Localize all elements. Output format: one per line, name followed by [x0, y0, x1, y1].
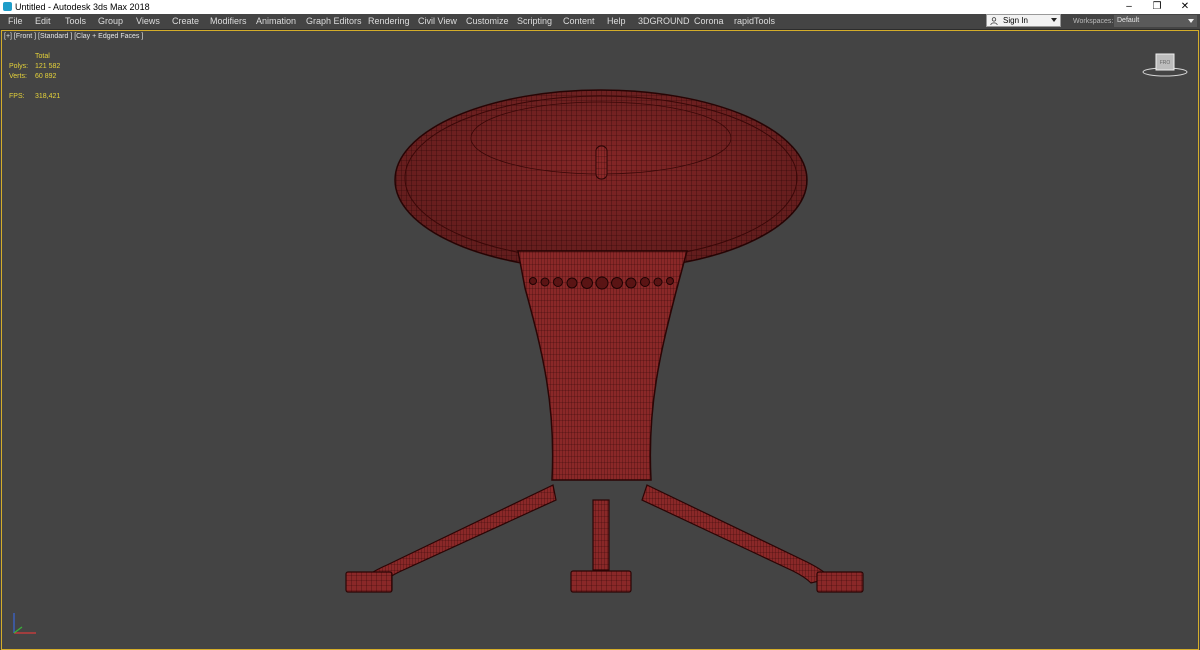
- title-bar: Untitled - Autodesk 3ds Max 2018 – ❐ ✕: [0, 0, 1200, 14]
- window-title: Untitled - Autodesk 3ds Max 2018: [15, 2, 150, 12]
- axis-tripod-icon: [13, 613, 36, 634]
- menu-corona[interactable]: Corona: [694, 14, 724, 29]
- sign-in-label: Sign In: [1003, 16, 1028, 25]
- menu-group[interactable]: Group: [98, 14, 123, 29]
- minimize-icon[interactable]: –: [1115, 0, 1143, 14]
- seat-dish[interactable]: [394, 89, 808, 271]
- menu-create[interactable]: Create: [172, 14, 199, 29]
- menu-help[interactable]: Help: [607, 14, 626, 29]
- menu-rendering[interactable]: Rendering: [368, 14, 410, 29]
- menu-scripting[interactable]: Scripting: [517, 14, 552, 29]
- central-column[interactable]: [517, 250, 688, 481]
- sign-in-dropdown[interactable]: Sign In: [986, 14, 1061, 27]
- menu-modifiers[interactable]: Modifiers: [210, 14, 247, 29]
- menu-views[interactable]: Views: [136, 14, 160, 29]
- close-icon[interactable]: ✕: [1171, 0, 1199, 14]
- menu-edit[interactable]: Edit: [35, 14, 51, 29]
- menu-graph-editors[interactable]: Graph Editors: [306, 14, 362, 29]
- menu-customize[interactable]: Customize: [466, 14, 509, 29]
- menu-rapidtools[interactable]: rapidTools: [734, 14, 775, 29]
- stool-model[interactable]: [1, 30, 1199, 650]
- legs[interactable]: [359, 484, 833, 585]
- workspaces-value: Default: [1117, 17, 1140, 24]
- workspaces-label: Workspaces:: [1073, 18, 1114, 25]
- restore-icon[interactable]: ❐: [1143, 0, 1171, 14]
- front-viewport[interactable]: [+] [Front ] [Standard ] [Clay + Edged F…: [1, 30, 1199, 650]
- app-icon: [3, 2, 12, 11]
- menu-content[interactable]: Content: [563, 14, 595, 29]
- menu-file[interactable]: File: [8, 14, 23, 29]
- feet[interactable]: [345, 570, 864, 593]
- menu-tools[interactable]: Tools: [65, 14, 86, 29]
- dropdown-arrow-icon: [1051, 18, 1057, 22]
- menu-3dground[interactable]: 3DGROUND: [638, 14, 690, 29]
- menu-civil-view[interactable]: Civil View: [418, 14, 457, 29]
- dropdown-arrow-icon: [1188, 19, 1194, 23]
- menu-animation[interactable]: Animation: [256, 14, 296, 29]
- user-icon: [990, 17, 998, 25]
- workspaces-select[interactable]: Default: [1114, 15, 1197, 27]
